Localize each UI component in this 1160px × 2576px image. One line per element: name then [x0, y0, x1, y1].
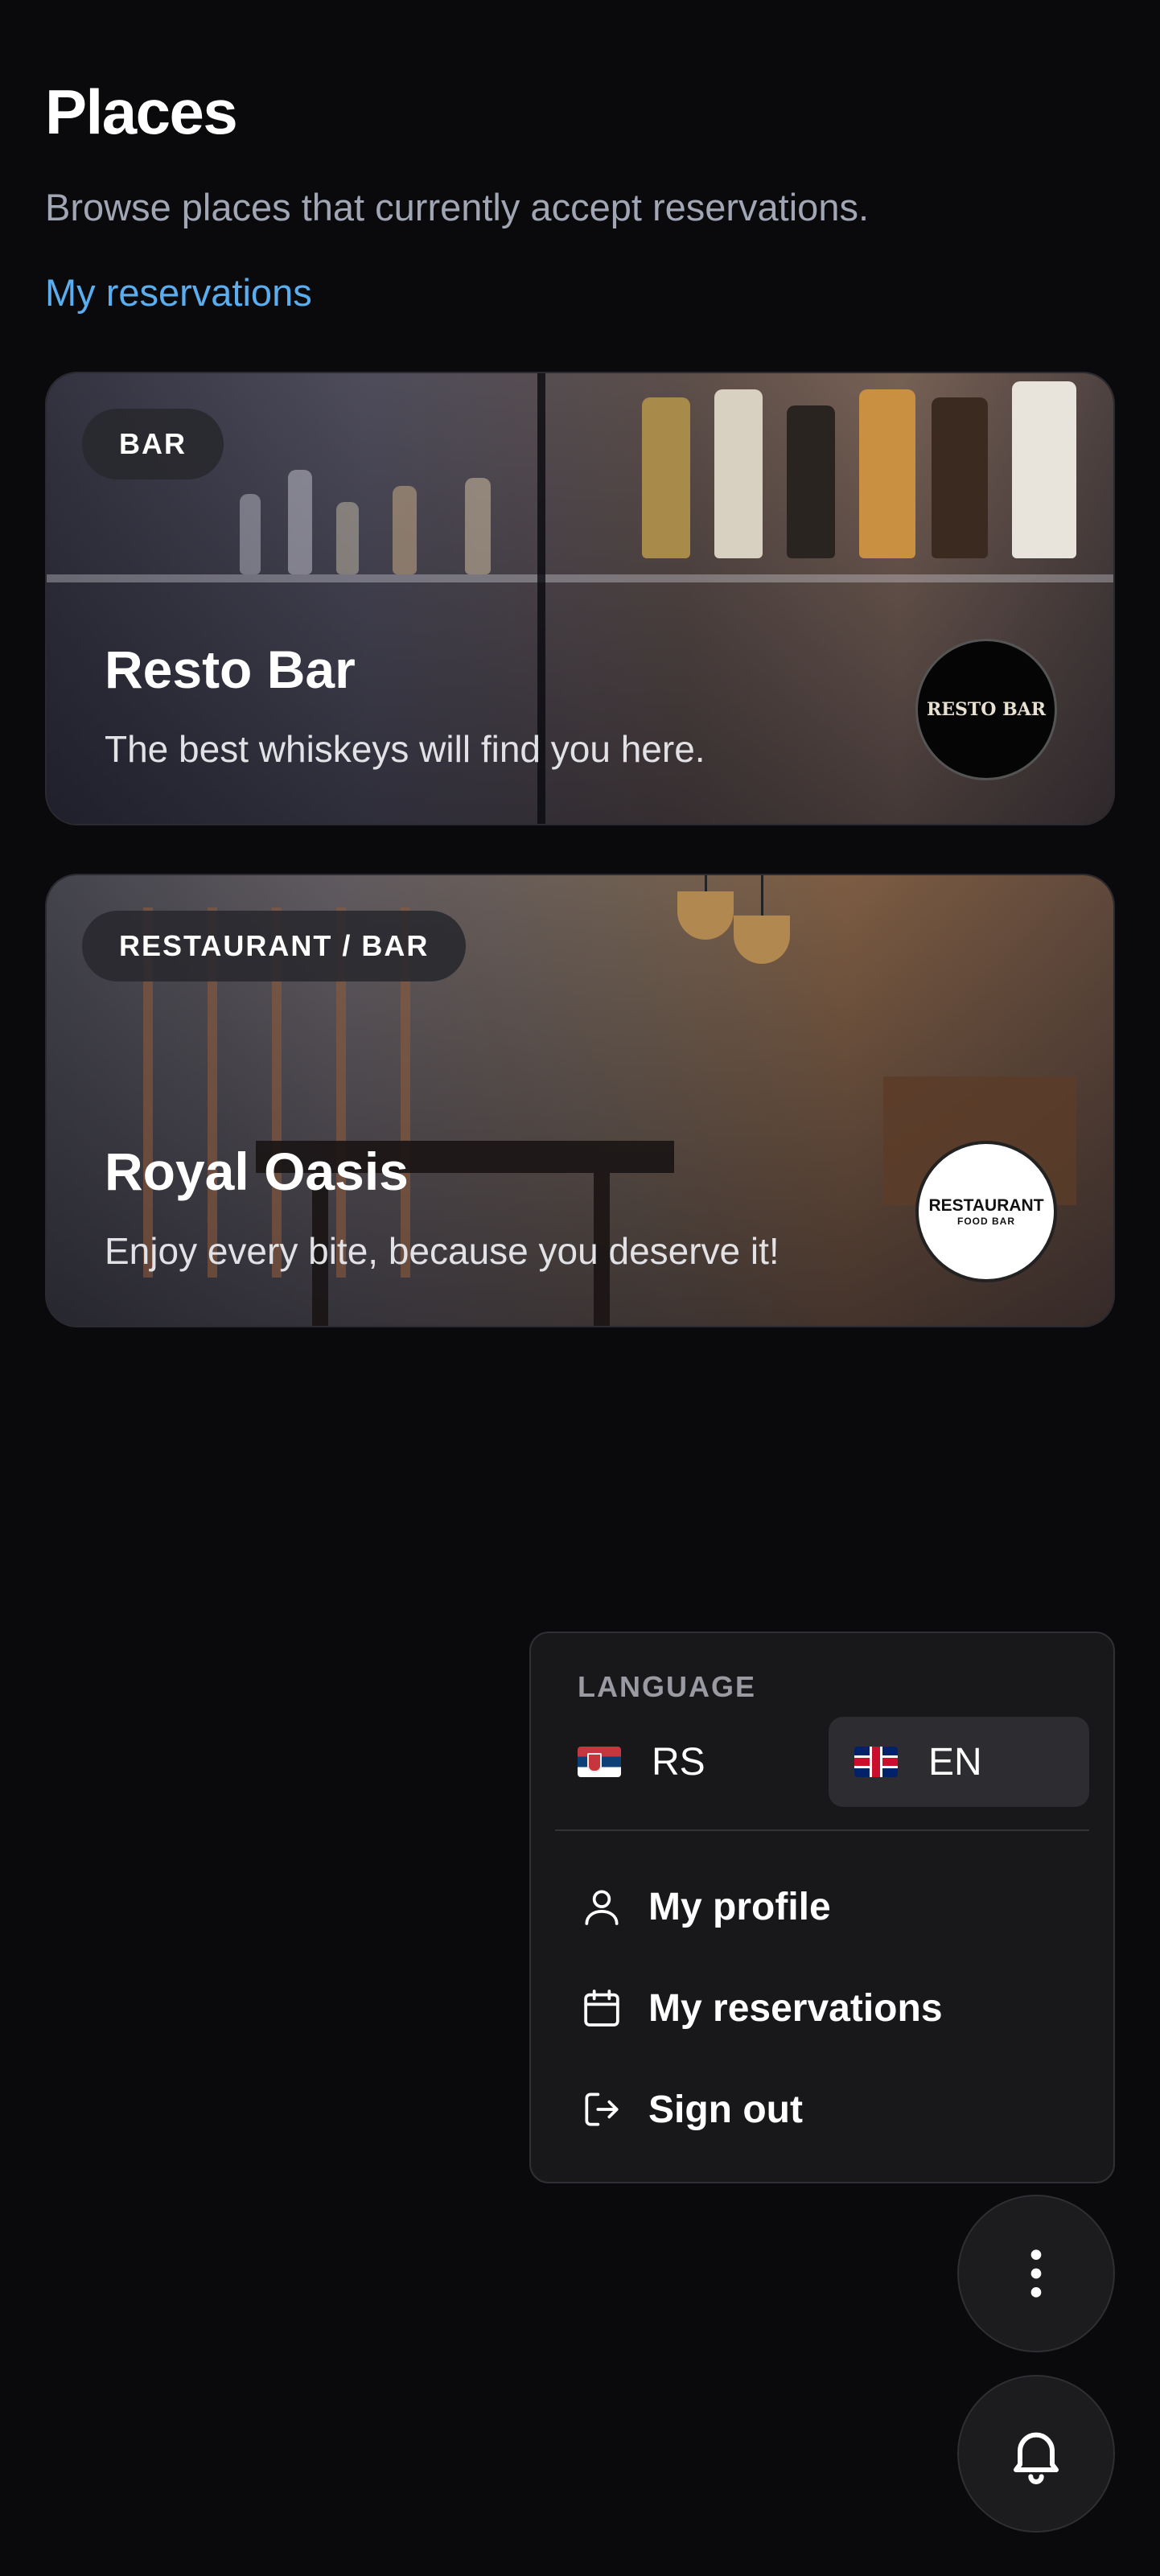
place-description: The best whiskeys will find you here.: [105, 728, 705, 770]
shelf-decor: [47, 574, 1113, 582]
bottle-decor: [1012, 381, 1076, 558]
place-logo: RESTAURANT FOOD BAR: [915, 1141, 1057, 1282]
places-page: Places Browse places that currently acce…: [0, 0, 1160, 2576]
menu-item-label: My reservations: [648, 1986, 943, 2030]
menu-item-label: Sign out: [648, 2088, 803, 2131]
bottle-decor: [859, 389, 915, 558]
bottle-decor: [714, 389, 763, 558]
lamp-decor: [734, 916, 790, 964]
place-card-royal-oasis[interactable]: RESTAURANT / BAR Royal Oasis Enjoy every…: [45, 874, 1115, 1327]
bottle-decor: [932, 397, 988, 558]
language-option-rs[interactable]: RS: [552, 1717, 812, 1807]
language-section-label: LANGUAGE: [578, 1670, 756, 1703]
user-icon: [585, 1890, 619, 1925]
calendar-icon: [584, 1990, 619, 2027]
menu-item-sign-out[interactable]: Sign out: [579, 2069, 1062, 2150]
menu-divider: [555, 1829, 1089, 1831]
sign-out-icon: [585, 2092, 619, 2126]
serbia-flag-icon: [578, 1747, 621, 1777]
lamp-decor: [677, 891, 734, 940]
category-badge: BAR: [82, 409, 224, 479]
bell-icon: [1014, 2432, 1059, 2484]
notifications-button[interactable]: [957, 2375, 1115, 2533]
bottle-decor: [336, 502, 359, 574]
place-name: Royal Oasis: [105, 1142, 409, 1201]
menu-item-label: My profile: [648, 1885, 831, 1928]
more-vertical-icon: [1030, 2249, 1042, 2298]
place-description: Enjoy every bite, because you deserve it…: [105, 1230, 780, 1272]
place-logo-text: RESTO BAR: [926, 698, 1047, 720]
page-subtitle: Browse places that currently accept rese…: [45, 186, 870, 228]
menu-item-my-profile[interactable]: My profile: [579, 1866, 1062, 1947]
place-logo-subtext: FOOD BAR: [957, 1215, 1015, 1227]
place-logo: RESTO BAR: [915, 639, 1057, 780]
language-code: EN: [928, 1740, 982, 1784]
my-reservations-link[interactable]: My reservations: [45, 270, 312, 315]
user-menu-popover: LANGUAGE RS EN My profile My reservation…: [529, 1632, 1115, 2183]
language-code: RS: [652, 1740, 705, 1784]
uk-flag-icon: [854, 1747, 898, 1777]
place-card-resto-bar[interactable]: BAR Resto Bar The best whiskeys will fin…: [45, 372, 1115, 825]
bottle-decor: [288, 470, 312, 574]
more-options-button[interactable]: [957, 2195, 1115, 2352]
place-name: Resto Bar: [105, 640, 356, 699]
place-logo-text: RESTAURANT: [928, 1196, 1044, 1216]
menu-item-my-reservations[interactable]: My reservations: [579, 1968, 1062, 2048]
bottle-decor: [240, 494, 261, 574]
language-option-en[interactable]: EN: [829, 1717, 1089, 1807]
bottle-decor: [393, 486, 417, 574]
bottle-decor: [642, 397, 690, 558]
page-title: Places: [45, 76, 238, 147]
bottle-decor: [787, 405, 835, 558]
bottle-decor: [465, 478, 491, 574]
category-badge: RESTAURANT / BAR: [82, 911, 467, 981]
